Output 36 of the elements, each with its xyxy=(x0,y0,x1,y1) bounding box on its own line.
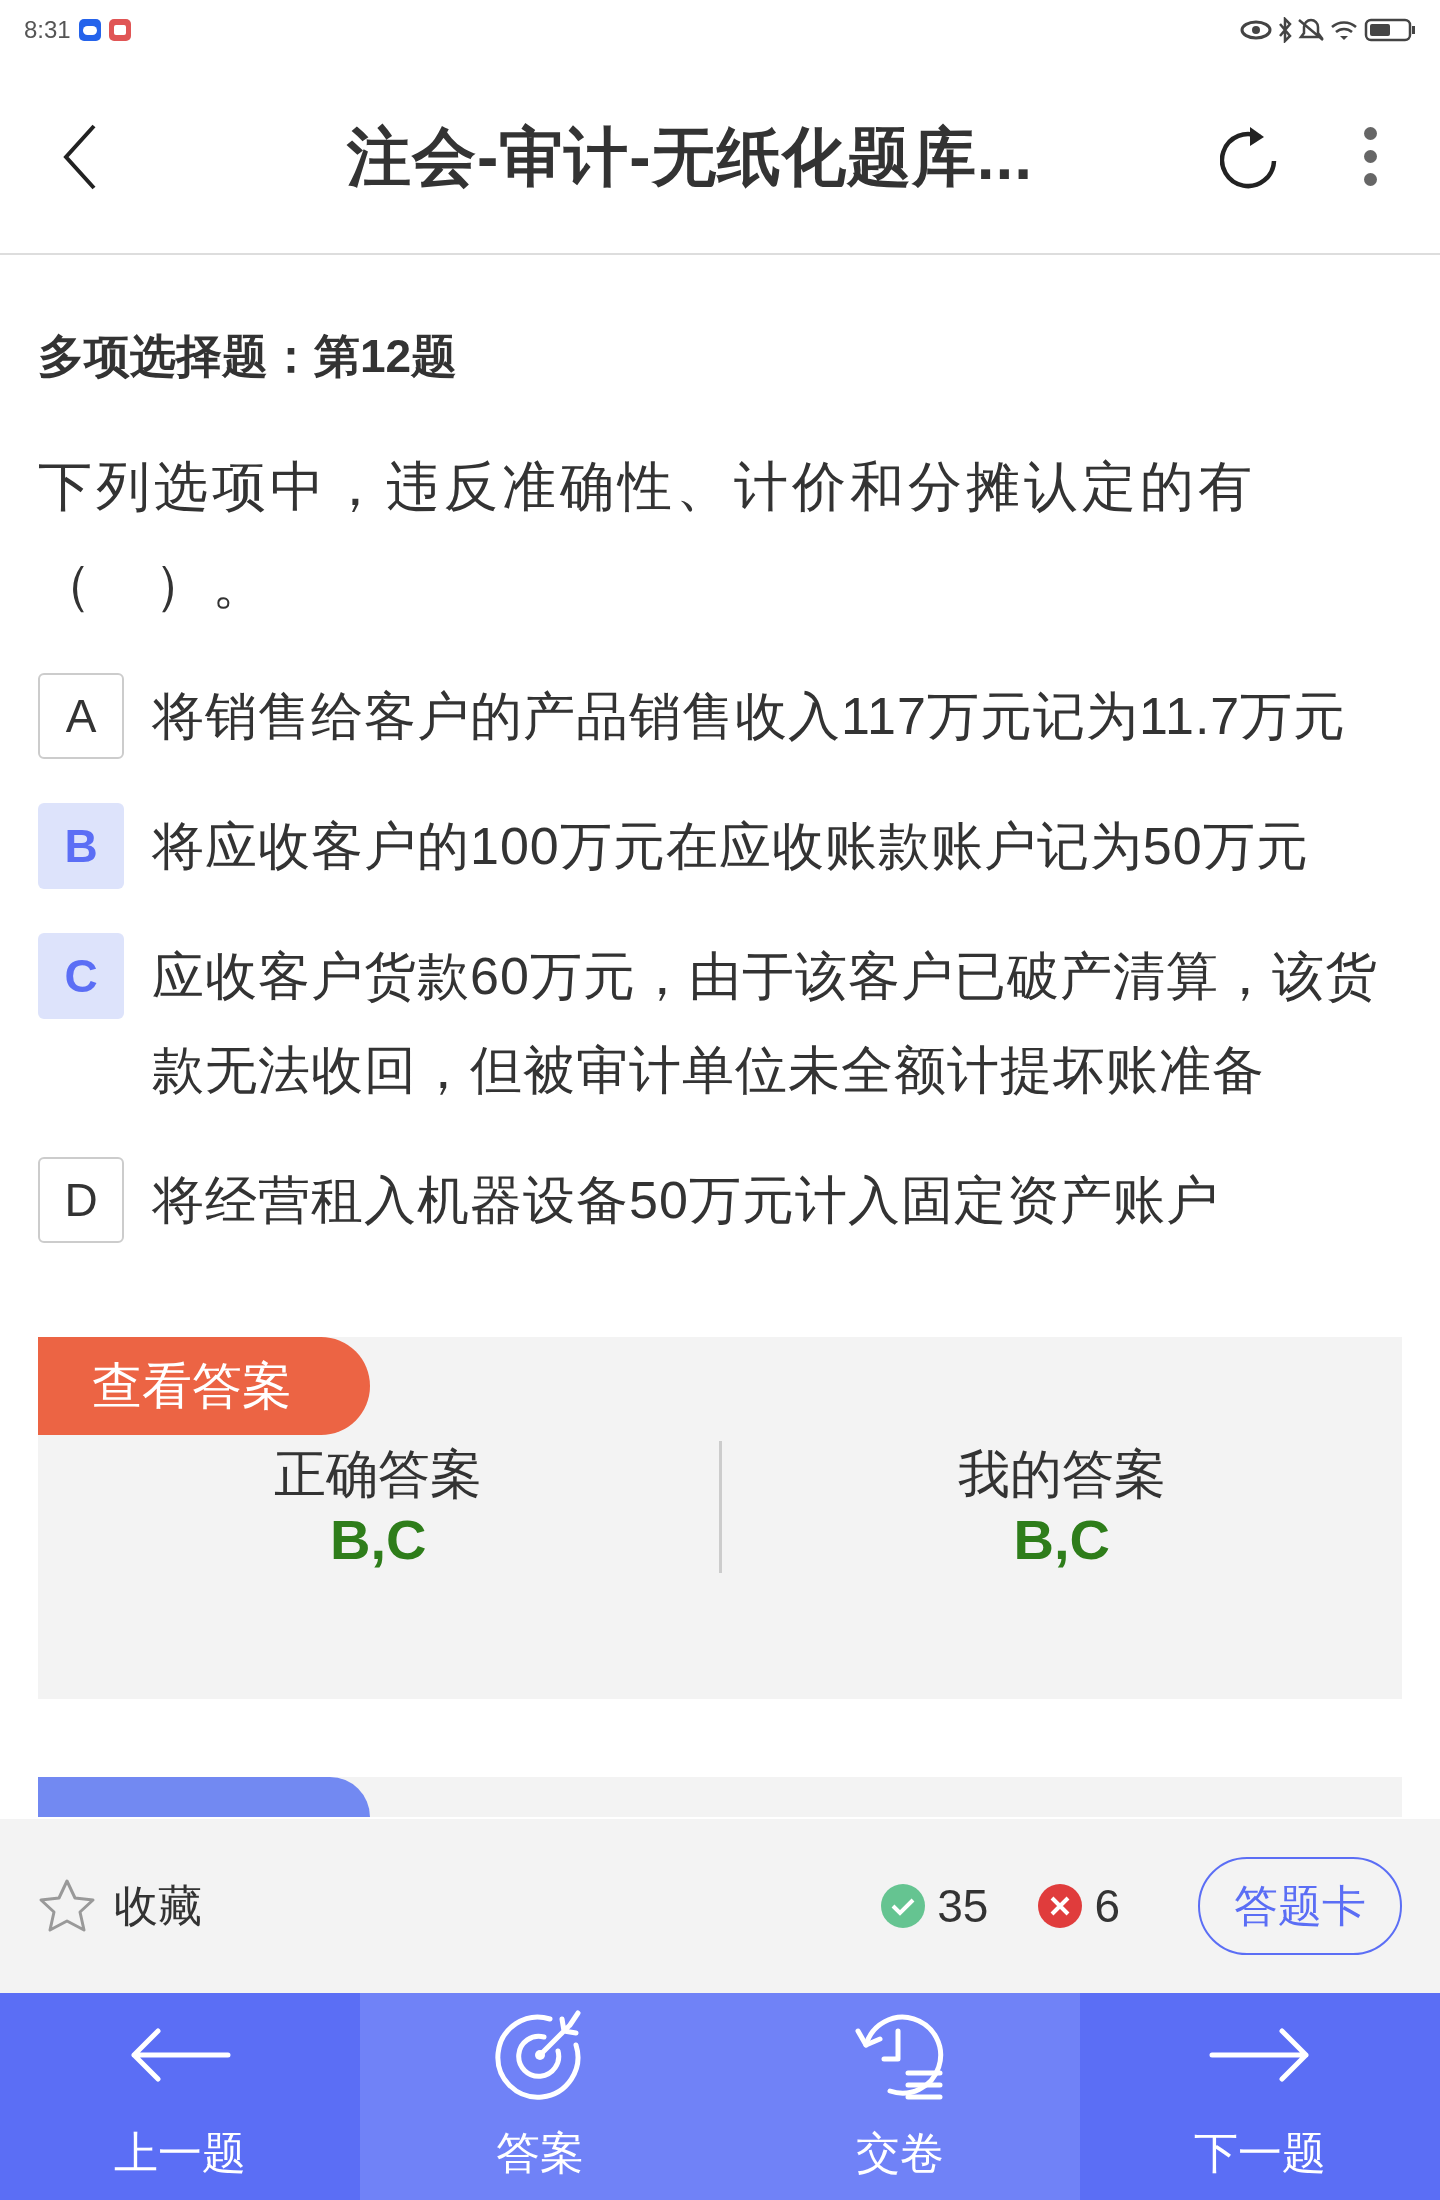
favorite-button[interactable]: 收藏 xyxy=(38,1873,202,1939)
answer-value: B,C xyxy=(1013,1507,1110,1573)
left-arrow-icon xyxy=(128,2025,232,2085)
question-type: 多项选择题：第12题 xyxy=(38,333,459,379)
wifi-icon xyxy=(1330,19,1358,41)
answer-value: B,C xyxy=(330,1507,427,1573)
option-text: 将经营租入机器设备50万元计入固定资产账户 xyxy=(152,1170,1219,1231)
cloud-app-icon xyxy=(78,19,101,41)
option-letter[interactable]: A xyxy=(38,673,124,759)
page-title: 注会-审计-无纸化题库... xyxy=(347,119,1033,195)
answer-label: 正确答案 xyxy=(274,1444,483,1505)
check-icon xyxy=(881,1884,926,1928)
nav-button[interactable]: 答案 xyxy=(360,1993,720,2200)
battery-icon xyxy=(1364,18,1416,42)
question-text: 下列选项中，违反准确性、计价和分摊认定的有（ ）。 xyxy=(38,455,1257,616)
view-answer-tag: 查看答案 xyxy=(38,1337,370,1435)
option-text: 应收客户货款60万元，由于该客户已破产清算，该货款无法收回，但被审计单位未全额计提坏账准备 xyxy=(152,946,1379,1101)
answer-card-button[interactable]: 答题卡 xyxy=(1198,1857,1402,1955)
option-letter[interactable]: B xyxy=(38,803,124,889)
right-arrow-icon xyxy=(1208,2025,1312,2085)
status-time: 8:31 xyxy=(24,15,71,45)
bluetooth-icon xyxy=(1278,17,1292,43)
option-text: 将销售给客户的产品销售收入117万元记为11.7万元 xyxy=(152,686,1347,747)
option-letter[interactable]: D xyxy=(38,1157,124,1243)
option-letter[interactable]: C xyxy=(38,933,124,1019)
nav-button[interactable]: 上一题 xyxy=(0,1993,360,2200)
cross-icon xyxy=(1038,1884,1083,1928)
answer-label: 我的答案 xyxy=(957,1444,1166,1505)
nav-button[interactable]: 下一题 xyxy=(1080,1993,1440,2200)
option-text: 将应收客户的100万元在应收账款账户记为50万元 xyxy=(152,816,1309,877)
nav-button[interactable]: 交卷 xyxy=(720,1993,1080,2200)
book-app-icon xyxy=(108,19,131,41)
correct-count: 35 xyxy=(937,1878,989,1934)
eye-icon xyxy=(1240,20,1272,40)
wrong-count: 6 xyxy=(1094,1878,1120,1934)
muted-bell-icon xyxy=(1298,17,1324,43)
